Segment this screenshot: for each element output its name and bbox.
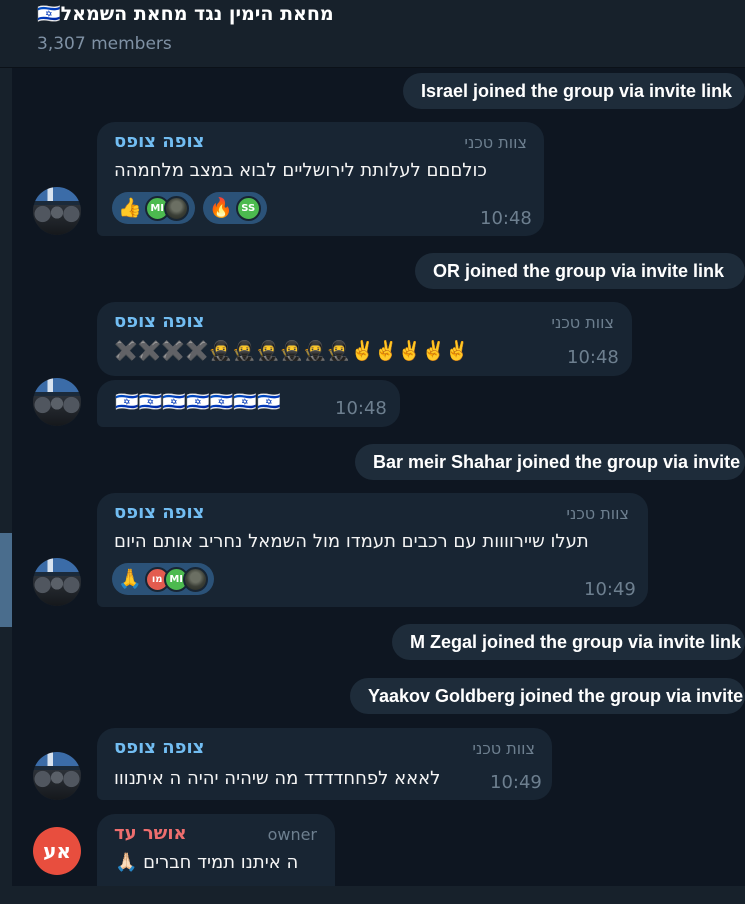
message-bubble[interactable]: צופה צופס צוות טכני לאאא לפחחדדדד מה שיה… xyxy=(97,728,552,800)
message-bubble[interactable]: צופה צופס צוות טכני ✖️✖️✖️✖️🥷🥷🥷🥷🥷🥷✌️✌️✌️… xyxy=(97,302,632,376)
service-text: Yaakov Goldberg joined the group via inv… xyxy=(368,686,745,706)
message-text: ה איתנו תמיד חברים 🙏🏻 xyxy=(115,852,299,873)
thumbs-up-icon: 👍 xyxy=(118,197,142,219)
message-time: 10:48 xyxy=(567,347,619,368)
sender-role: owner xyxy=(267,825,317,844)
sender-name[interactable]: צופה צופס xyxy=(114,737,204,758)
chat-title: מחאת הימין נגד מחאת השמאל🇮🇱 xyxy=(37,3,334,25)
avatar-initials: אע xyxy=(43,839,71,863)
message-bubble[interactable]: צופה צופס צוות טכני כולםםם לעלותת לירושל… xyxy=(97,122,544,236)
service-text: Israel joined the group via invite link xyxy=(421,81,733,101)
reactor-avatar xyxy=(182,566,208,592)
message-text: לאאא לפחחדדדד מה שיהיה יהיה ה איתנווו xyxy=(114,768,441,789)
message-text: ✖️✖️✖️✖️🥷🥷🥷🥷🥷🥷✌️✌️✌️✌️✌️ xyxy=(114,340,469,362)
sender-role: צוות טכני xyxy=(551,313,614,332)
service-text: M Zegal joined the group via invite link xyxy=(410,632,742,652)
service-message-join: M Zegal joined the group via invite link xyxy=(392,624,745,660)
message-bubble[interactable]: 🇮🇱🇮🇱🇮🇱🇮🇱🇮🇱🇮🇱🇮🇱 10:48 xyxy=(97,380,400,427)
reaction-fire[interactable]: 🔥 SS xyxy=(203,192,267,224)
sender-role: צוות טכני xyxy=(464,133,527,152)
message-text: 🇮🇱🇮🇱🇮🇱🇮🇱🇮🇱🇮🇱🇮🇱 xyxy=(115,391,281,413)
sender-role: צוות טכני xyxy=(472,739,535,758)
service-message-join: Yaakov Goldberg joined the group via inv… xyxy=(350,678,745,714)
avatar[interactable] xyxy=(33,187,81,235)
message-time: 10:49 xyxy=(584,579,636,600)
pray-icon: 🙏 xyxy=(118,568,142,590)
message-time: 10:48 xyxy=(335,398,387,419)
reactor-avatar xyxy=(163,195,189,221)
service-text: OR joined the group via invite link xyxy=(433,261,725,281)
chat-header[interactable]: מחאת הימין נגד מחאת השמאל🇮🇱 3,307 member… xyxy=(0,0,745,68)
message-text: כולםםם לעלותת לירושליים לבוא במצב מלחמהה xyxy=(114,160,487,181)
avatar[interactable] xyxy=(33,752,81,800)
service-text: Bar meir Shahar joined the group via inv… xyxy=(373,452,745,472)
sender-name[interactable]: אושר עד xyxy=(114,823,187,844)
sender-role: צוות טכני xyxy=(566,504,629,523)
reaction-pray[interactable]: 🙏 מו MI xyxy=(112,563,214,595)
service-message-join: Bar meir Shahar joined the group via inv… xyxy=(355,444,745,480)
owner-avatar[interactable]: אע xyxy=(33,827,81,875)
reaction-thumbs-up[interactable]: 👍 MI xyxy=(112,192,195,224)
sender-name[interactable]: צופה צופס xyxy=(114,131,204,152)
left-panel-edge xyxy=(0,68,12,904)
member-count: 3,307 members xyxy=(37,34,172,54)
composer-edge xyxy=(0,886,745,904)
fire-icon: 🔥 xyxy=(209,197,233,219)
service-message-join: Israel joined the group via invite link xyxy=(403,73,745,109)
sender-name[interactable]: צופה צופס xyxy=(114,502,204,523)
service-message-join: OR joined the group via invite link xyxy=(415,253,745,289)
sender-name[interactable]: צופה צופס xyxy=(114,311,204,332)
message-time: 10:49 xyxy=(490,772,542,793)
message-bubble[interactable]: צופה צופס צוות טכני תעלו שיירוווות עם רכ… xyxy=(97,493,648,607)
scroll-indicator[interactable] xyxy=(0,533,12,627)
message-text: תעלו שיירוווות עם רכבים תעמדו מול השמאל … xyxy=(114,531,589,552)
avatar[interactable] xyxy=(33,558,81,606)
message-time: 10:48 xyxy=(480,208,532,229)
reactor-avatar: SS xyxy=(235,195,261,221)
avatar[interactable] xyxy=(33,378,81,426)
